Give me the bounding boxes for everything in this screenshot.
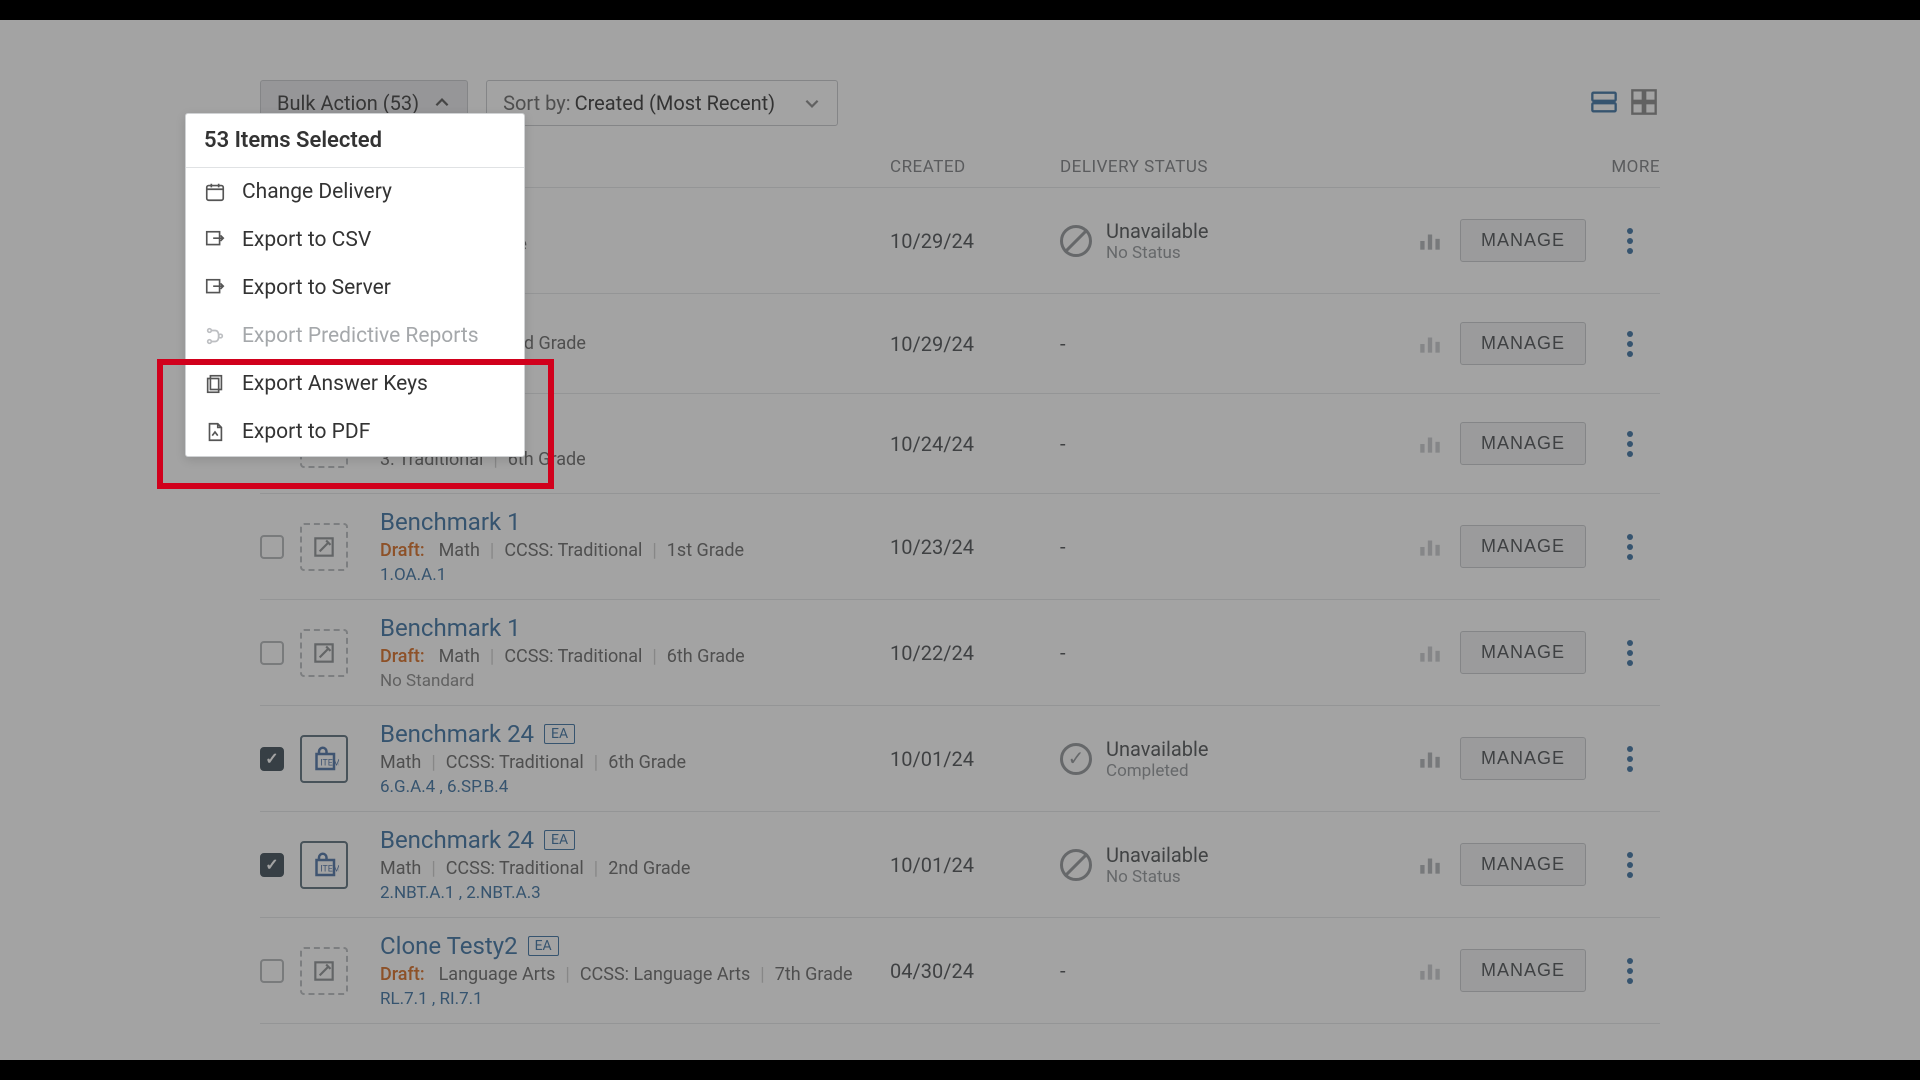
branch-icon: [204, 325, 226, 347]
pdf-icon: [204, 421, 226, 443]
documents-icon: [204, 373, 226, 395]
menu-export-server[interactable]: Export to Server: [186, 264, 524, 312]
menu-label: Export to CSV: [242, 228, 371, 252]
menu-label: Export to PDF: [242, 420, 370, 444]
menu-label: Export Predictive Reports: [242, 324, 479, 348]
bulk-action-menu: 53 Items Selected Change Delivery Export…: [185, 113, 525, 457]
menu-change-delivery[interactable]: Change Delivery: [186, 168, 524, 216]
export-icon: [204, 277, 226, 299]
menu-label: Change Delivery: [242, 180, 392, 204]
menu-label: Export to Server: [242, 276, 391, 300]
selection-count: 53 Items Selected: [186, 114, 524, 168]
menu-export-predictive: Export Predictive Reports: [186, 312, 524, 360]
menu-export-pdf[interactable]: Export to PDF: [186, 408, 524, 456]
export-icon: [204, 229, 226, 251]
menu-export-csv[interactable]: Export to CSV: [186, 216, 524, 264]
calendar-icon: [204, 181, 226, 203]
menu-export-answer-keys[interactable]: Export Answer Keys: [186, 360, 524, 408]
menu-label: Export Answer Keys: [242, 372, 428, 396]
